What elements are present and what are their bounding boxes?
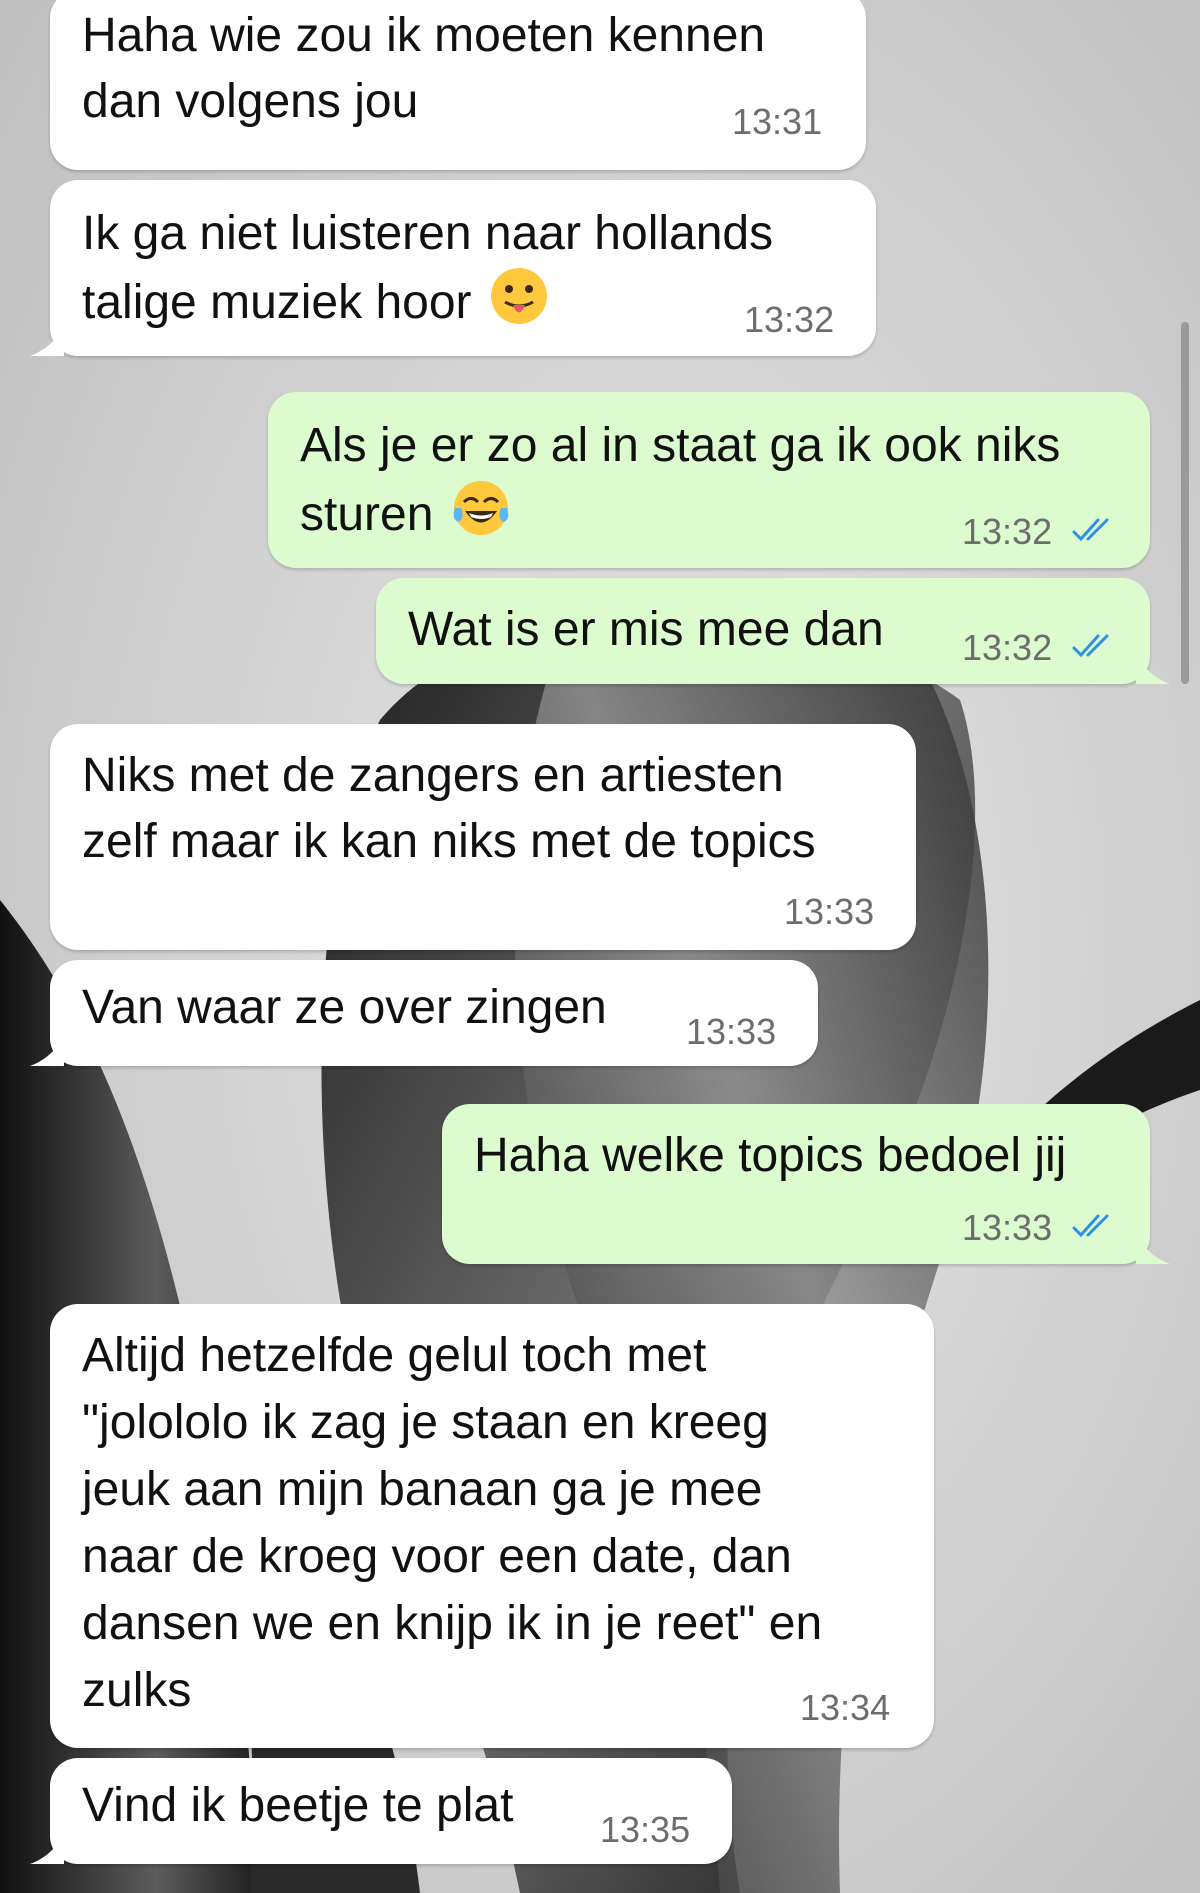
bubble-tail <box>30 1036 64 1066</box>
message-timestamp: 13:32 <box>962 627 1053 668</box>
bubble-tail <box>30 326 64 356</box>
message-text: Ik ga niet luisteren naar hollands <box>82 207 774 260</box>
message-timestamp: 13:32 <box>962 511 1053 552</box>
message-bubble-incoming[interactable]: Vind ik beetje te plat 13:35 <box>30 1758 732 1864</box>
message-text: Van waar ze over zingen <box>82 981 607 1034</box>
bubble-tail <box>30 1834 64 1864</box>
message-bubble-incoming[interactable]: Niks met de zangers en artiesten zelf ma… <box>50 724 916 950</box>
message-timestamp: 13:33 <box>962 1207 1053 1248</box>
message-text: dansen we en knijp ik in je reet" en <box>82 1597 823 1650</box>
message-text: sturen <box>300 478 511 549</box>
scrollbar[interactable] <box>1181 322 1189 684</box>
message-text-line: sturen <box>300 488 434 541</box>
bubble-tail <box>1136 654 1170 684</box>
message-text-line: talige muziek hoor <box>82 276 472 329</box>
message-text: "jolololo ik zag je staan en kreeg <box>82 1396 769 1449</box>
message-text: dan volgens jou <box>82 75 419 128</box>
message-bubble-incoming[interactable]: Van waar ze over zingen 13:33 <box>30 960 818 1066</box>
face-with-tears-of-joy-emoji-icon <box>453 481 509 535</box>
message-bubble-incoming[interactable]: Altijd hetzelfde gelul toch met "jololol… <box>50 1304 934 1748</box>
message-text: naar de kroeg voor een date, dan <box>82 1530 792 1583</box>
message-timestamp: 13:33 <box>784 891 875 932</box>
message-timestamp: 13:34 <box>800 1687 891 1728</box>
message-timestamp: 13:33 <box>686 1011 777 1052</box>
message-text: Haha wie zou ik moeten kennen <box>82 9 766 62</box>
message-text: zelf maar ik kan niks met de topics <box>82 815 816 868</box>
message-bubble-outgoing[interactable]: Als je er zo al in staat ga ik ook niks … <box>268 392 1150 568</box>
message-bubble-incoming[interactable]: Haha wie zou ik moeten kennen dan volgen… <box>50 0 866 170</box>
message-timestamp: 13:35 <box>600 1809 691 1850</box>
bubble-tail <box>1136 1234 1170 1264</box>
message-bubble-incoming[interactable]: Ik ga niet luisteren naar hollands talig… <box>30 180 876 356</box>
message-text: Vind ik beetje te plat <box>82 1779 514 1832</box>
message-text: Als je er zo al in staat ga ik ook niks <box>300 419 1061 472</box>
message-text: Wat is er mis mee dan <box>408 603 884 656</box>
message-bubble-outgoing[interactable]: Haha welke topics bedoel jij 13:33 <box>442 1104 1170 1264</box>
message-timestamp: 13:32 <box>744 299 835 340</box>
double-check-icon <box>1072 518 1109 542</box>
message-text: talige muziek hoor <box>82 266 549 337</box>
double-check-icon <box>1072 634 1109 658</box>
double-check-icon <box>1072 1214 1109 1238</box>
message-text: zulks <box>82 1664 192 1717</box>
face-with-tongue-emoji-icon <box>490 268 547 324</box>
message-text: jeuk aan mijn banaan ga je mee <box>82 1463 763 1516</box>
message-text: Altijd hetzelfde gelul toch met <box>82 1329 707 1382</box>
message-bubble-outgoing[interactable]: Wat is er mis mee dan 13:32 <box>376 578 1170 684</box>
message-text: Niks met de zangers en artiesten <box>82 749 784 802</box>
message-text: Haha welke topics bedoel jij <box>474 1129 1067 1182</box>
message-timestamp: 13:31 <box>732 101 823 142</box>
